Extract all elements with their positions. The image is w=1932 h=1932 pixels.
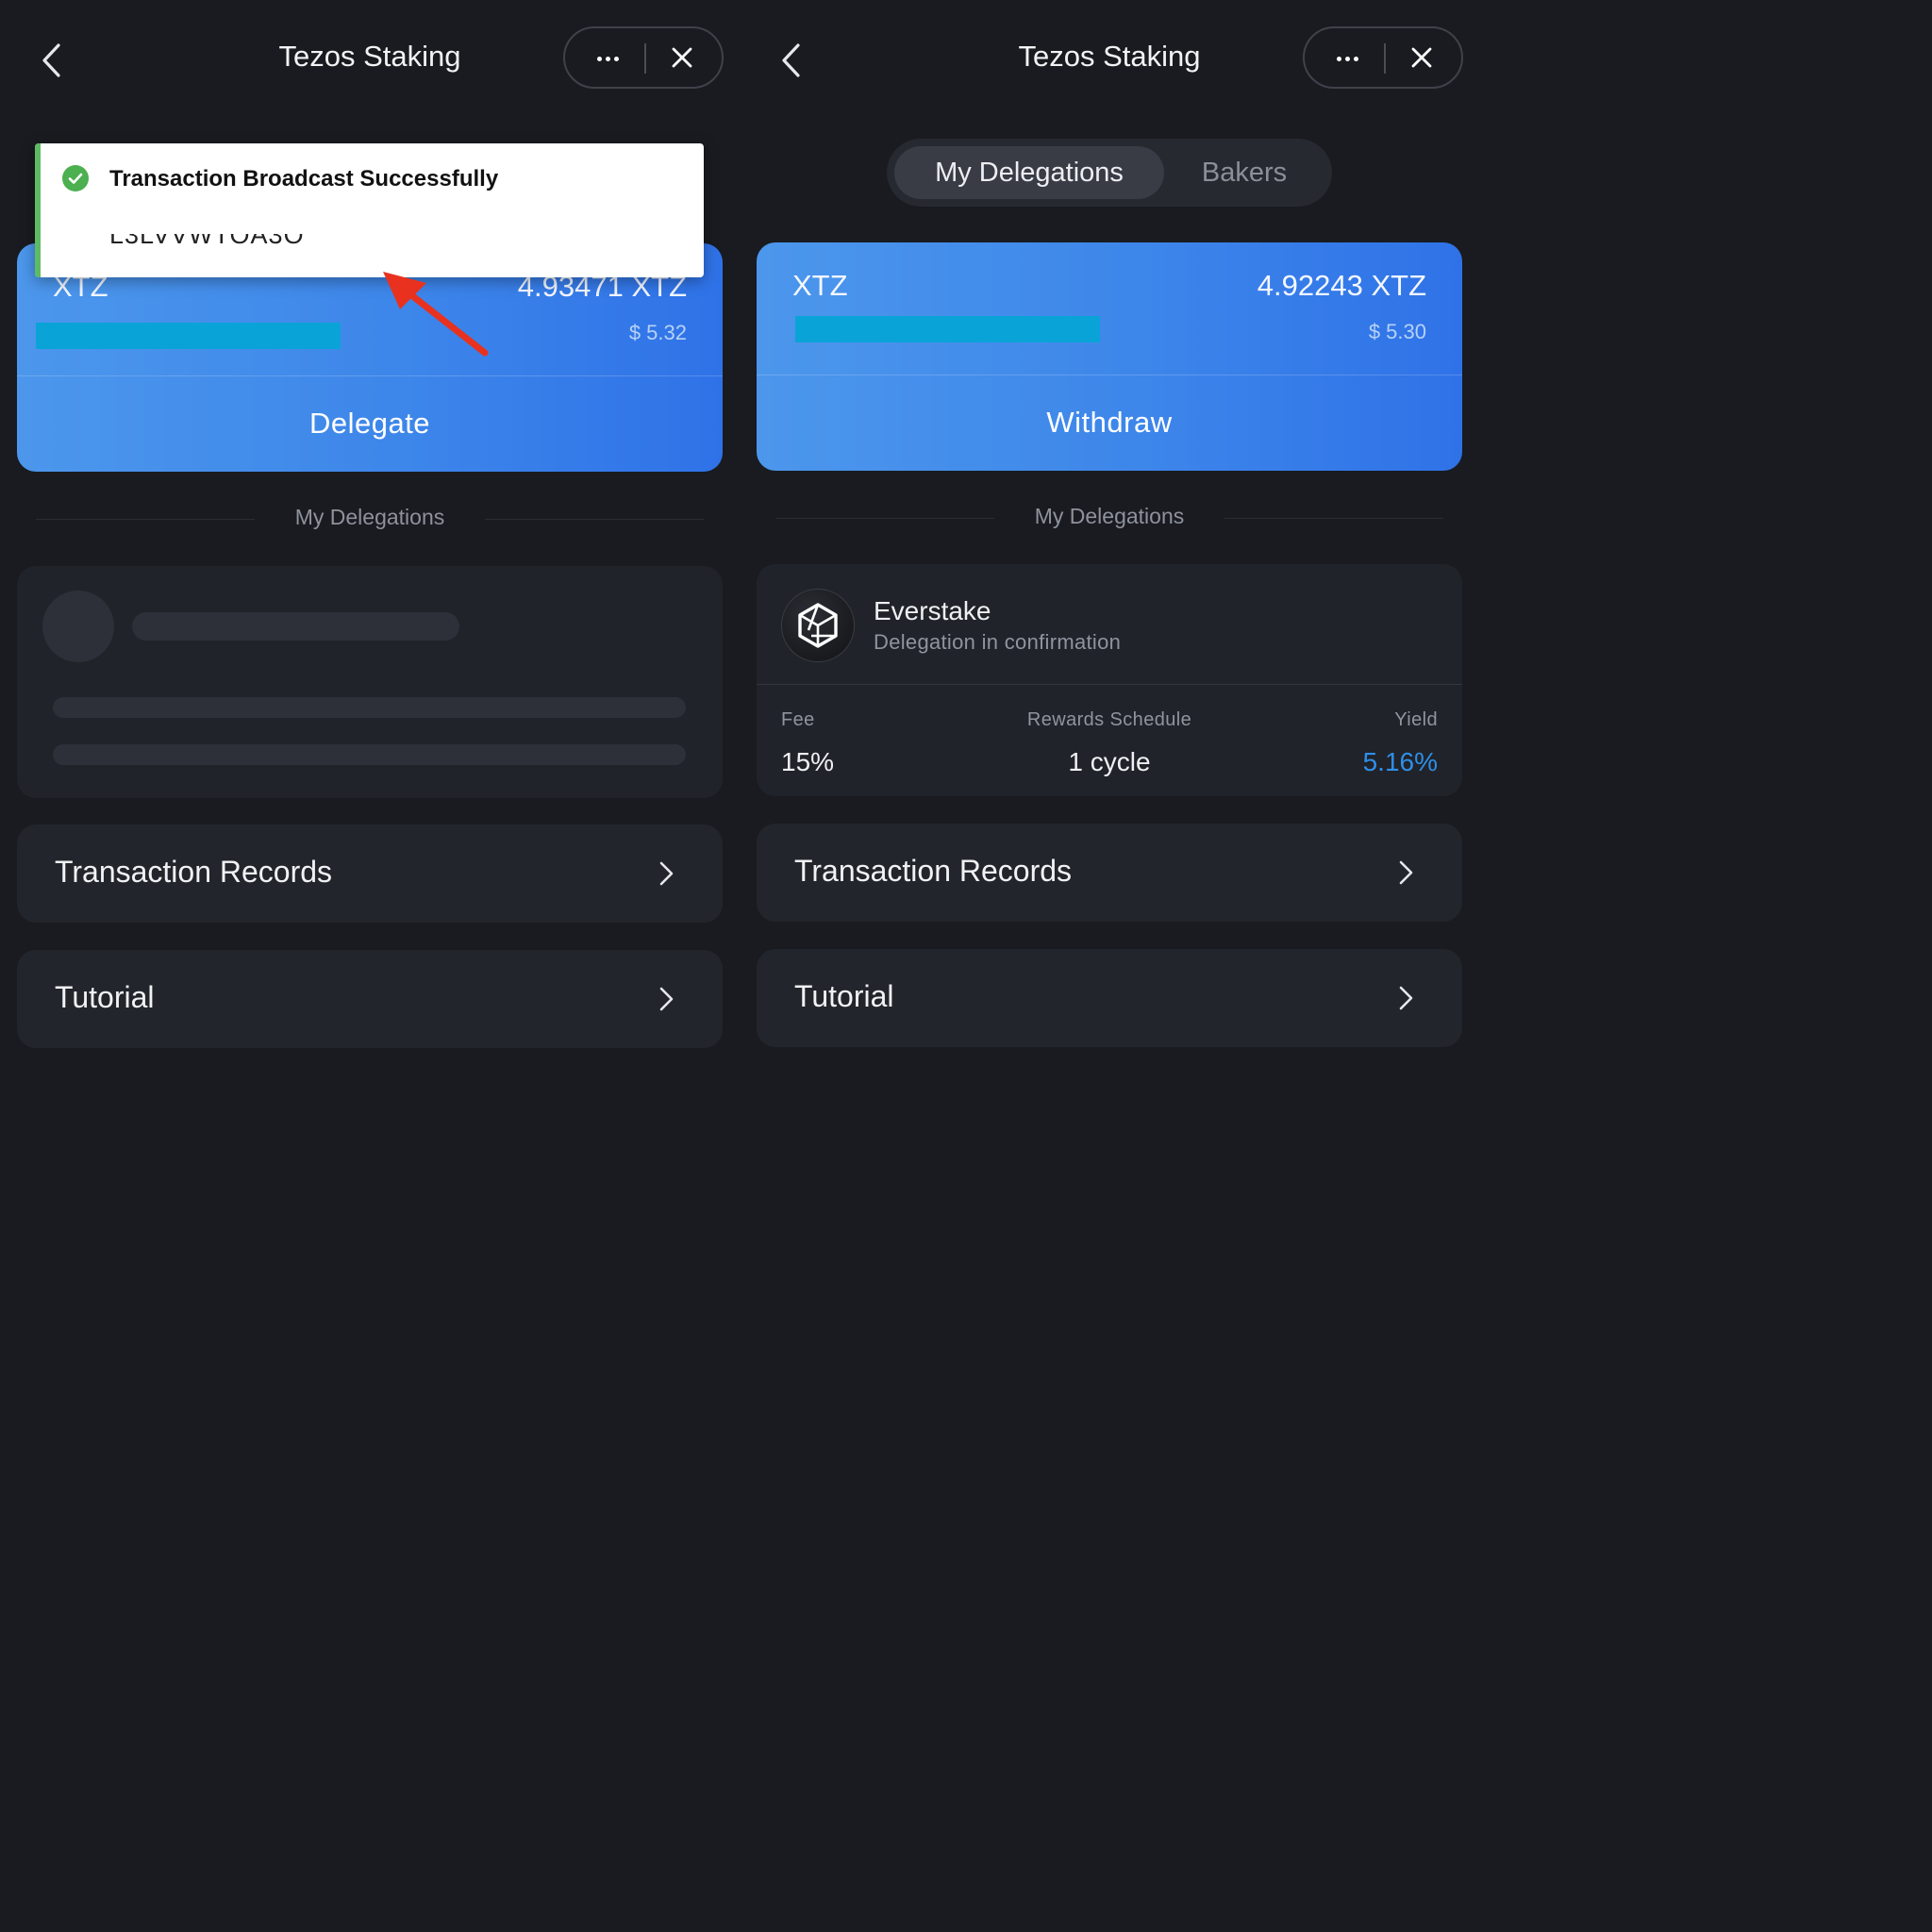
withdraw-button[interactable]: Withdraw xyxy=(757,375,1462,471)
yield-value: 5.16% xyxy=(1362,747,1438,776)
redacted-address xyxy=(795,316,1100,342)
delegation-status: Delegation in confirmation xyxy=(874,630,1122,654)
right-screen: Tezos Staking My Delegations Bakers XTZ … xyxy=(740,0,1479,1479)
more-button[interactable] xyxy=(578,38,637,77)
yield-label: Yield xyxy=(1394,709,1438,730)
baker-name: Everstake xyxy=(874,596,991,625)
section-header: My Delegations xyxy=(36,505,704,533)
balance-card: XTZ 4.92243 XTZ $ 5.30 Withdraw xyxy=(757,242,1462,471)
section-label: My Delegations xyxy=(294,505,445,529)
token-symbol: XTZ xyxy=(792,269,848,302)
token-balance: 4.92243 XTZ xyxy=(1257,269,1426,302)
capsule-divider xyxy=(1384,43,1386,74)
redacted-address xyxy=(36,323,341,349)
chevron-right-icon xyxy=(1399,860,1413,885)
more-dots-icon xyxy=(1335,49,1360,66)
segmented-tabs: My Delegations Bakers xyxy=(887,139,1332,207)
section-header: My Delegations xyxy=(775,504,1443,532)
more-button[interactable] xyxy=(1318,38,1376,77)
left-screen: Tezos Staking XTZ 4.93471 XTZ $ 5.32 Del… xyxy=(0,0,740,1479)
transaction-records-item[interactable]: Transaction Records xyxy=(17,824,723,923)
tutorial-item[interactable]: Tutorial xyxy=(17,950,723,1048)
more-dots-icon xyxy=(595,49,621,66)
close-icon xyxy=(672,47,692,68)
list-item-label: Transaction Records xyxy=(55,855,333,889)
section-label: My Delegations xyxy=(1034,504,1185,528)
delegation-card[interactable]: Everstake Delegation in confirmation Fee… xyxy=(757,564,1462,796)
fiat-balance: $ 5.30 xyxy=(1368,320,1426,343)
delegate-button[interactable]: Delegate xyxy=(17,375,723,472)
rewards-schedule-value: 1 cycle xyxy=(1068,747,1151,776)
tutorial-item[interactable]: Tutorial xyxy=(757,949,1462,1047)
list-item-label: Transaction Records xyxy=(794,854,1073,888)
chevron-right-icon xyxy=(659,987,674,1011)
tab-my-delegations[interactable]: My Delegations xyxy=(894,146,1164,199)
red-arrow-annotation xyxy=(383,272,489,357)
skeleton-avatar xyxy=(42,591,114,662)
rewards-schedule-label: Rewards Schedule xyxy=(1026,709,1192,730)
mini-program-capsule xyxy=(1303,26,1463,89)
card-divider xyxy=(757,684,1462,685)
list-item-label: Tutorial xyxy=(55,980,155,1014)
fiat-balance: $ 5.32 xyxy=(628,321,687,344)
toast-title: Transaction Broadcast Successfully xyxy=(109,166,499,192)
close-button[interactable] xyxy=(1399,38,1444,77)
toast-detail: L3LVVWTOA3O xyxy=(109,234,305,249)
mini-program-capsule xyxy=(563,26,724,89)
skeleton-line xyxy=(132,612,459,641)
list-item-label: Tutorial xyxy=(794,979,894,1013)
chevron-right-icon xyxy=(1399,986,1413,1010)
tab-bakers[interactable]: Bakers xyxy=(1164,146,1324,199)
chevron-right-icon xyxy=(659,861,674,886)
skeleton-line xyxy=(53,744,686,765)
close-button[interactable] xyxy=(659,38,705,77)
toast-accent-bar xyxy=(35,143,41,277)
close-icon xyxy=(1411,47,1432,68)
capsule-divider xyxy=(644,43,646,74)
transaction-records-item[interactable]: Transaction Records xyxy=(757,824,1462,922)
skeleton-line xyxy=(53,697,686,718)
delegation-skeleton xyxy=(17,566,723,798)
everstake-logo-icon xyxy=(781,589,855,662)
check-circle-icon xyxy=(62,165,89,192)
